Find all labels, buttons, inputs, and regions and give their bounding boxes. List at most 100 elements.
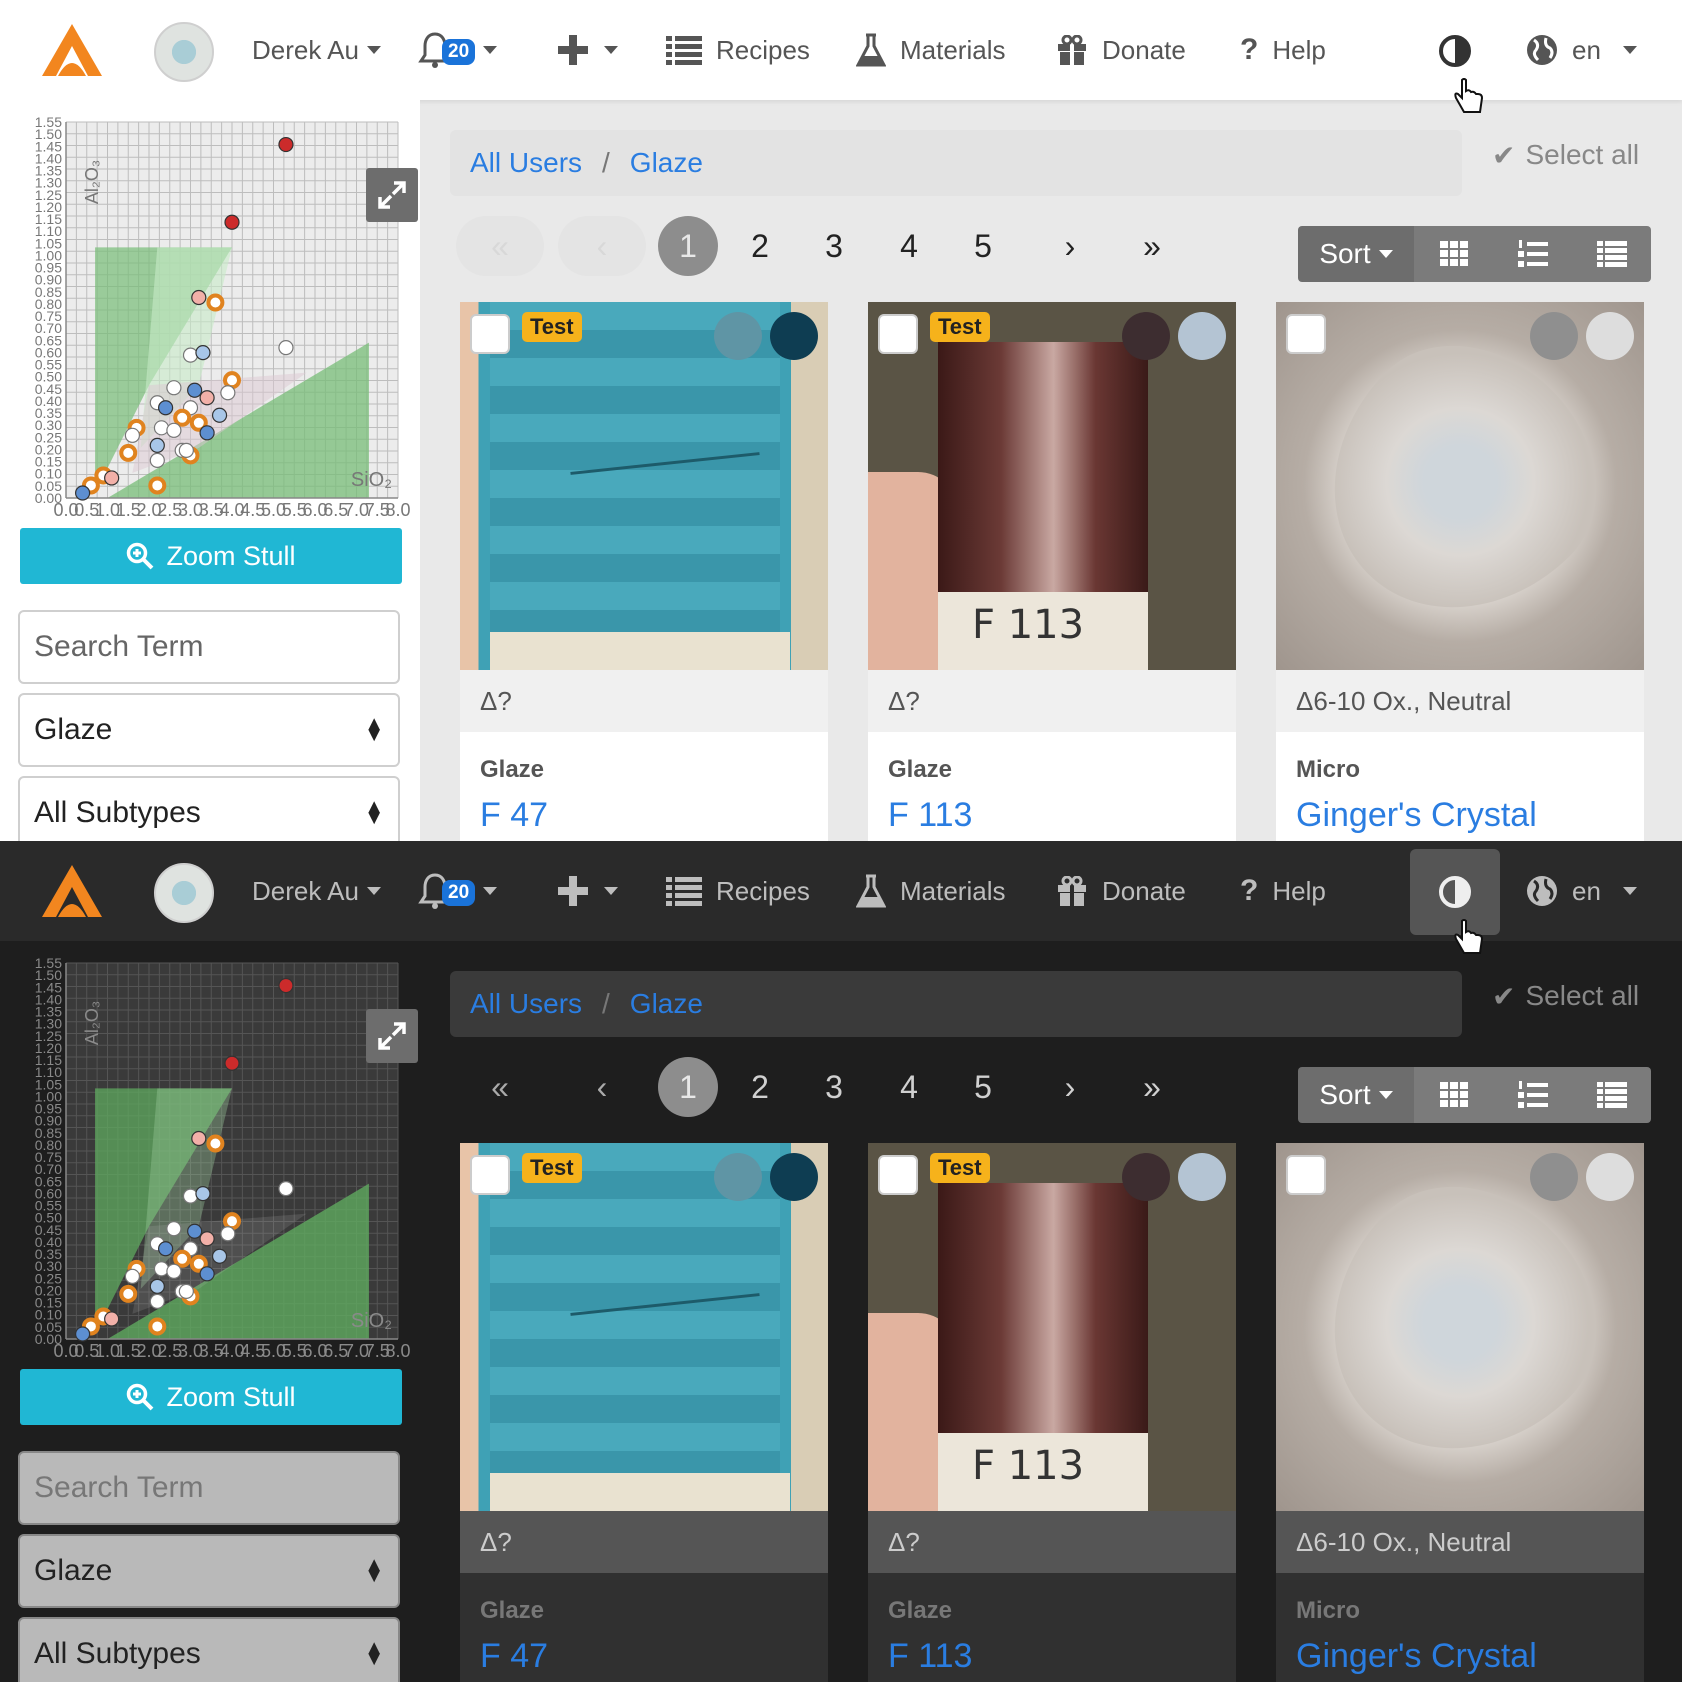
recipes-link[interactable]: Recipes	[666, 0, 810, 100]
chevron-down-icon	[483, 46, 498, 54]
stull-chart[interactable]: 0.0 0.5 1.0 1.5 2.0 2.5 3.0 3.5 4.0 4.5 5.0 5.5 6.0 6…	[0, 100, 420, 520]
select-checkbox[interactable]	[878, 1155, 918, 1195]
breadcrumb-all-users[interactable]: All Users	[470, 147, 582, 179]
expand-chart-button[interactable]	[366, 168, 418, 222]
zoom-in-icon	[127, 542, 154, 570]
select-checkbox[interactable]	[470, 314, 510, 354]
flask-icon	[856, 33, 886, 67]
recipe-card[interactable]: F 113 Test Δ? Glaze F 113	[868, 302, 1236, 841]
page-last-button[interactable]: »	[1122, 1057, 1182, 1117]
select-checkbox[interactable]	[878, 314, 918, 354]
breadcrumb-glaze[interactable]: Glaze	[630, 147, 703, 179]
recipe-photo[interactable]: F 113	[868, 1143, 1236, 1511]
recipe-card[interactable]: Test Δ? Glaze F 47	[460, 1143, 828, 1682]
page-next-button[interactable]: ›	[1040, 1057, 1100, 1117]
subtype-select[interactable]: All Subtypes ▲ ▼	[18, 776, 400, 841]
zoom-stull-button[interactable]: Zoom Stull	[20, 1369, 402, 1425]
subtype-select[interactable]: All Subtypes ▲ ▼	[18, 1617, 400, 1682]
page-5-button[interactable]: 5	[953, 1057, 1013, 1117]
type-select[interactable]: Glaze ▲ ▼	[18, 693, 400, 767]
recipe-card[interactable]: Δ6-10 Ox., Neutral Micro Ginger's Crysta…	[1276, 302, 1644, 841]
user-menu[interactable]: Derek Au	[252, 0, 381, 100]
notifications-button[interactable]: 20	[418, 0, 498, 100]
breadcrumb-glaze[interactable]: Glaze	[630, 988, 703, 1020]
materials-link[interactable]: Materials	[856, 0, 1005, 100]
donate-link[interactable]: Donate	[1056, 0, 1186, 100]
avatar[interactable]	[154, 863, 214, 923]
ordered-list-view-button[interactable]	[1493, 1067, 1572, 1123]
materials-link[interactable]: Materials	[856, 841, 1005, 941]
recipe-photo[interactable]	[460, 1143, 828, 1511]
recipe-card[interactable]: Δ6-10 Ox., Neutral Micro Ginger's Crysta…	[1276, 1143, 1644, 1682]
recipe-photo[interactable]	[1276, 1143, 1644, 1511]
grid-view-button[interactable]	[1414, 226, 1493, 282]
help-link[interactable]: ? Help	[1240, 0, 1326, 100]
recipe-card[interactable]: F 113 Test Δ? Glaze F 113	[868, 1143, 1236, 1682]
language-menu[interactable]: en	[1526, 841, 1637, 941]
x-axis-label: SiO₂	[351, 469, 392, 491]
page-last-button[interactable]: »	[1122, 216, 1182, 276]
notifications-button[interactable]: 20	[418, 841, 498, 941]
recipe-name-link[interactable]: Ginger's Crystal	[1296, 796, 1537, 835]
page-5-button[interactable]: 5	[953, 216, 1013, 276]
page-first-button[interactable]: «	[456, 1057, 544, 1117]
data-point	[104, 470, 120, 486]
data-point	[278, 340, 294, 356]
language-menu[interactable]: en	[1526, 0, 1637, 100]
stull-chart[interactable]: 0.0 0.5 1.0 1.5 2.0 2.5 3.0 3.5 4.0 4.5 5.0 5.5 6.0 6…	[0, 941, 420, 1361]
ordered-list-view-button[interactable]	[1493, 226, 1572, 282]
recipe-photo[interactable]	[460, 302, 828, 670]
data-point	[173, 1249, 192, 1268]
donate-link[interactable]: Donate	[1056, 841, 1186, 941]
add-menu[interactable]	[558, 0, 618, 100]
page-4-button[interactable]: 4	[879, 216, 939, 276]
page-3-button[interactable]: 3	[804, 216, 864, 276]
type-select[interactable]: Glaze ▲ ▼	[18, 1534, 400, 1608]
page-2-button[interactable]: 2	[730, 1057, 790, 1117]
select-all-button[interactable]: ✔ Select all	[1492, 971, 1639, 1021]
expand-chart-button[interactable]	[366, 1009, 418, 1063]
grid-view-button[interactable]	[1414, 1067, 1493, 1123]
page-next-button[interactable]: ›	[1040, 216, 1100, 276]
help-link[interactable]: ? Help	[1240, 841, 1326, 941]
recipe-name-link[interactable]: Ginger's Crystal	[1296, 1637, 1537, 1676]
user-menu[interactable]: Derek Au	[252, 841, 381, 941]
page-prev-button[interactable]: ‹	[558, 1057, 646, 1117]
add-menu[interactable]	[558, 841, 618, 941]
page-1-button[interactable]: 1	[658, 216, 718, 276]
recipe-name-link[interactable]: F 113	[888, 796, 972, 835]
page-prev-button[interactable]: ‹	[558, 216, 646, 276]
page-4-button[interactable]: 4	[879, 1057, 939, 1117]
recipe-photo[interactable]: F 113	[868, 302, 1236, 670]
recipe-name-link[interactable]: F 47	[480, 796, 548, 835]
sort-dropdown[interactable]: Sort	[1298, 226, 1414, 282]
data-point	[124, 427, 140, 443]
search-input[interactable]: Search Term	[18, 1451, 400, 1525]
page-3-button[interactable]: 3	[804, 1057, 864, 1117]
page-first-button[interactable]: «	[456, 216, 544, 276]
app-logo-icon[interactable]	[40, 0, 104, 100]
search-input[interactable]: Search Term	[18, 610, 400, 684]
select-checkbox[interactable]	[1286, 1155, 1326, 1195]
card-body: Micro Ginger's Crystal	[1276, 1573, 1644, 1682]
app-logo-icon[interactable]	[40, 841, 104, 941]
list-view-button[interactable]	[1572, 1067, 1651, 1123]
cone-label: Δ?	[868, 670, 1236, 732]
breadcrumb-all-users[interactable]: All Users	[470, 988, 582, 1020]
data-point	[153, 420, 170, 436]
page-1-button[interactable]: 1	[658, 1057, 718, 1117]
recipes-link[interactable]: Recipes	[666, 841, 810, 941]
list-view-button[interactable]	[1572, 226, 1651, 282]
recipe-name-link[interactable]: F 113	[888, 1637, 972, 1676]
sort-dropdown[interactable]: Sort	[1298, 1067, 1414, 1123]
select-all-button[interactable]: ✔ Select all	[1492, 130, 1639, 180]
list-icon	[666, 36, 702, 65]
avatar[interactable]	[154, 22, 214, 82]
recipe-card[interactable]: Test Δ? Glaze F 47	[460, 302, 828, 841]
select-checkbox[interactable]	[1286, 314, 1326, 354]
recipe-photo[interactable]	[1276, 302, 1644, 670]
page-2-button[interactable]: 2	[730, 216, 790, 276]
recipe-name-link[interactable]: F 47	[480, 1637, 548, 1676]
zoom-stull-button[interactable]: Zoom Stull	[20, 528, 402, 584]
select-checkbox[interactable]	[470, 1155, 510, 1195]
